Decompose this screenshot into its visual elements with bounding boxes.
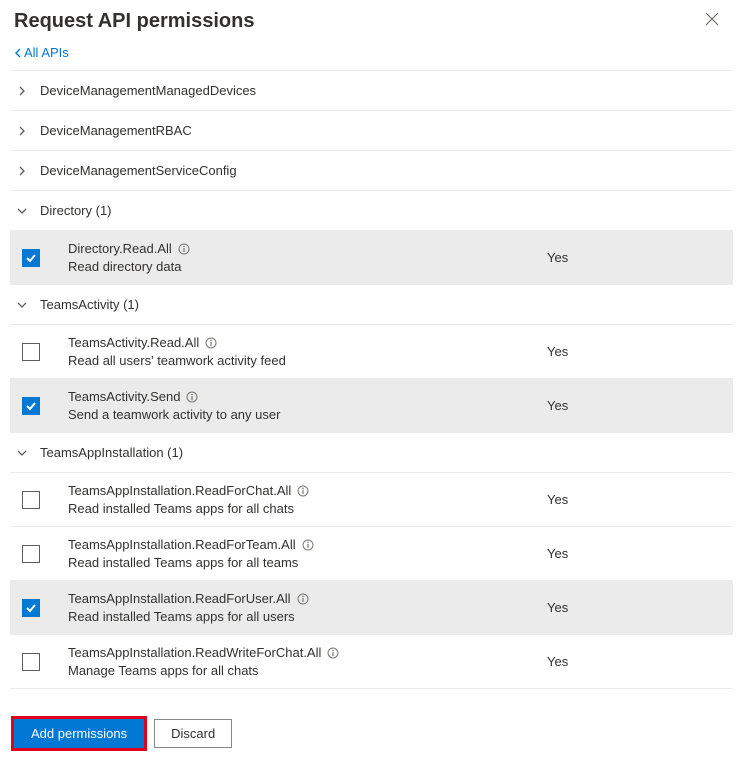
permission-name: TeamsAppInstallation.ReadForChat.All: [68, 483, 533, 498]
admin-consent-value: Yes: [547, 546, 727, 561]
permission-checkbox[interactable]: [22, 249, 40, 267]
permission-name: TeamsAppInstallation.ReadWriteForChat.Al…: [68, 645, 533, 660]
permission-row[interactable]: TeamsAppInstallation.ReadForChat.All Rea…: [10, 472, 733, 526]
admin-consent-value: Yes: [547, 250, 727, 265]
permission-group-row[interactable]: TeamsActivity (1): [10, 284, 733, 324]
permission-group-row[interactable]: DeviceManagementServiceConfig: [10, 150, 733, 190]
permissions-list: DeviceManagementManagedDevices DeviceMana…: [0, 70, 743, 689]
permission-checkbox[interactable]: [22, 545, 40, 563]
permission-row[interactable]: TeamsAppInstallation.ReadWriteForTeam.Al…: [10, 688, 733, 689]
permission-name: Directory.Read.All: [68, 241, 533, 256]
chevron-down-icon: [16, 205, 30, 217]
permission-description: Read installed Teams apps for all chats: [68, 501, 533, 516]
permission-row[interactable]: TeamsAppInstallation.ReadWriteForChat.Al…: [10, 634, 733, 688]
permission-description: Send a teamwork activity to any user: [68, 407, 533, 422]
permission-description: Read installed Teams apps for all teams: [68, 555, 533, 570]
permission-description: Read all users' teamwork activity feed: [68, 353, 533, 368]
permission-row[interactable]: TeamsAppInstallation.ReadForTeam.All Rea…: [10, 526, 733, 580]
chevron-left-icon: [14, 48, 22, 58]
permission-checkbox[interactable]: [22, 491, 40, 509]
permission-row[interactable]: TeamsAppInstallation.ReadForUser.All Rea…: [10, 580, 733, 634]
permission-description: Read installed Teams apps for all users: [68, 609, 533, 624]
permission-group-label: TeamsActivity (1): [40, 297, 139, 312]
permission-group-label: TeamsAppInstallation (1): [40, 445, 183, 460]
info-icon[interactable]: [302, 539, 314, 551]
info-icon[interactable]: [327, 647, 339, 659]
admin-consent-value: Yes: [547, 600, 727, 615]
discard-button[interactable]: Discard: [154, 719, 232, 748]
permission-text: TeamsAppInstallation.ReadForTeam.All Rea…: [54, 537, 533, 570]
add-permissions-button[interactable]: Add permissions: [14, 719, 144, 748]
info-icon[interactable]: [186, 391, 198, 403]
info-icon[interactable]: [205, 337, 217, 349]
chevron-right-icon: [16, 85, 30, 97]
permission-group-row[interactable]: Directory (1): [10, 190, 733, 230]
permission-checkbox[interactable]: [22, 343, 40, 361]
permission-name: TeamsActivity.Read.All: [68, 335, 533, 350]
permission-checkbox[interactable]: [22, 397, 40, 415]
permission-row[interactable]: Directory.Read.All Read directory data Ye…: [10, 230, 733, 284]
footer: Add permissions Discard: [0, 709, 743, 760]
admin-consent-value: Yes: [547, 492, 727, 507]
info-icon[interactable]: [178, 243, 190, 255]
chevron-down-icon: [16, 447, 30, 459]
back-all-apis-link[interactable]: All APIs: [0, 39, 743, 70]
chevron-right-icon: [16, 165, 30, 177]
permission-text: TeamsActivity.Send Send a teamwork activ…: [54, 389, 533, 422]
permission-group-label: DeviceManagementManagedDevices: [40, 83, 256, 98]
back-link-label: All APIs: [24, 45, 69, 60]
permission-checkbox[interactable]: [22, 599, 40, 617]
admin-consent-value: Yes: [547, 654, 727, 669]
permission-text: TeamsActivity.Read.All Read all users' t…: [54, 335, 533, 368]
permission-row[interactable]: TeamsActivity.Send Send a teamwork activ…: [10, 378, 733, 432]
permission-text: TeamsAppInstallation.ReadWriteForChat.Al…: [54, 645, 533, 678]
permission-checkbox[interactable]: [22, 653, 40, 671]
permission-group-row[interactable]: TeamsAppInstallation (1): [10, 432, 733, 472]
permission-description: Read directory data: [68, 259, 533, 274]
permission-row[interactable]: TeamsActivity.Read.All Read all users' t…: [10, 324, 733, 378]
permission-name: TeamsAppInstallation.ReadForUser.All: [68, 591, 533, 606]
permission-text: TeamsAppInstallation.ReadForChat.All Rea…: [54, 483, 533, 516]
permission-group-row[interactable]: DeviceManagementRBAC: [10, 110, 733, 150]
info-icon[interactable]: [297, 485, 309, 497]
permission-text: Directory.Read.All Read directory data: [54, 241, 533, 274]
chevron-down-icon: [16, 299, 30, 311]
close-icon: [705, 12, 719, 26]
close-button[interactable]: [701, 10, 723, 32]
permission-text: TeamsAppInstallation.ReadForUser.All Rea…: [54, 591, 533, 624]
permission-name: TeamsActivity.Send: [68, 389, 533, 404]
permission-group-row[interactable]: DeviceManagementManagedDevices: [10, 70, 733, 110]
permission-group-label: Directory (1): [40, 203, 112, 218]
page-title: Request API permissions: [14, 10, 254, 33]
chevron-right-icon: [16, 125, 30, 137]
admin-consent-value: Yes: [547, 398, 727, 413]
permission-description: Manage Teams apps for all chats: [68, 663, 533, 678]
info-icon[interactable]: [297, 593, 309, 605]
permission-group-label: DeviceManagementServiceConfig: [40, 163, 237, 178]
permission-group-label: DeviceManagementRBAC: [40, 123, 192, 138]
permission-name: TeamsAppInstallation.ReadForTeam.All: [68, 537, 533, 552]
admin-consent-value: Yes: [547, 344, 727, 359]
